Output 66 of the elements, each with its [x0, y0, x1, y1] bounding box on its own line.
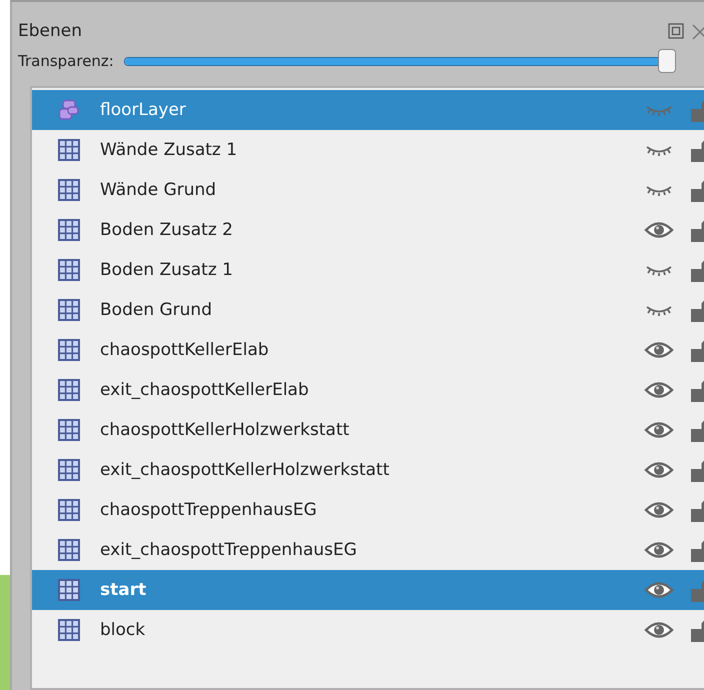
layer-name: exit_chaospottTreppenhausEG [100, 540, 358, 560]
tile-layer-icon [58, 459, 80, 481]
tile-layer-icon [58, 139, 80, 161]
eye-icon[interactable] [644, 580, 674, 600]
open-lock-icon[interactable] [690, 338, 704, 362]
layer-name: floorLayer [100, 100, 187, 120]
open-lock-icon[interactable] [690, 418, 704, 442]
layer-row[interactable]: exit_chaospottTreppenhausEG [32, 530, 704, 570]
panel-title: Ebenen [18, 21, 82, 41]
tile-layer-icon [58, 579, 80, 601]
tile-layer-icon [58, 499, 80, 521]
layer-name: chaospottKellerHolzwerkstatt [100, 420, 350, 440]
layer-row[interactable]: Wände Zusatz 1 [32, 130, 704, 170]
layer-row[interactable]: block [32, 610, 704, 650]
tile-layer-icon [58, 219, 80, 241]
layer-row[interactable]: chaospottKellerElab [32, 330, 704, 370]
eye-icon[interactable] [644, 500, 674, 520]
layer-name: chaospottTreppenhausEG [100, 500, 318, 520]
layer-name: exit_chaospottKellerElab [100, 380, 310, 400]
eye-icon[interactable] [644, 540, 674, 560]
opacity-label: Transparenz: [18, 52, 114, 70]
tile-layer-icon [58, 339, 80, 361]
layer-name: chaospottKellerElab [100, 340, 270, 360]
layer-row[interactable]: chaospottTreppenhausEG [32, 490, 704, 530]
open-lock-icon[interactable] [690, 218, 704, 242]
open-lock-icon[interactable] [690, 618, 704, 642]
eye-icon[interactable] [644, 620, 674, 640]
tile-layer-icon [58, 539, 80, 561]
open-lock-icon[interactable] [690, 258, 704, 282]
layer-name: Boden Zusatz 2 [100, 220, 234, 240]
tile-layer-icon [58, 179, 80, 201]
open-lock-icon[interactable] [690, 458, 704, 482]
layer-row[interactable]: exit_chaospottKellerElab [32, 370, 704, 410]
layer-name: exit_chaospottKellerHolzwerkstatt [100, 460, 390, 480]
open-lock-icon[interactable] [690, 138, 704, 162]
float-icon[interactable] [668, 23, 684, 39]
layer-name: start [100, 580, 148, 600]
layer-name: Wände Grund [100, 180, 218, 200]
open-lock-icon[interactable] [690, 498, 704, 522]
layer-name: block [100, 620, 146, 640]
tile-layer-icon [58, 619, 80, 641]
eye-icon[interactable] [644, 220, 674, 240]
tile-layer-icon [58, 299, 80, 321]
layer-row[interactable]: chaospottKellerHolzwerkstatt [32, 410, 704, 450]
layer-name: Boden Zusatz 1 [100, 260, 234, 280]
layer-row[interactable]: start [32, 570, 704, 610]
layer-row[interactable]: Boden Zusatz 2 [32, 210, 704, 250]
open-lock-icon[interactable] [690, 378, 704, 402]
layer-row[interactable]: Boden Grund [32, 290, 704, 330]
tile-layer-icon [58, 419, 80, 441]
layer-row[interactable]: Boden Zusatz 1 [32, 250, 704, 290]
layer-row[interactable]: exit_chaospottKellerHolzwerkstatt [32, 450, 704, 490]
layer-name: Boden Grund [100, 300, 213, 320]
eye-icon[interactable] [644, 460, 674, 480]
tile-layer-icon [58, 379, 80, 401]
opacity-slider[interactable] [124, 49, 676, 73]
tile-layer-icon [58, 259, 80, 281]
open-lock-icon[interactable] [690, 178, 704, 202]
layer-name: Wände Zusatz 1 [100, 140, 238, 160]
open-lock-icon[interactable] [690, 298, 704, 322]
layer-row[interactable]: Wände Grund [32, 170, 704, 210]
open-lock-icon[interactable] [690, 538, 704, 562]
group-layer-icon [58, 99, 80, 121]
eye-icon[interactable] [644, 380, 674, 400]
eye-icon[interactable] [644, 420, 674, 440]
eye-icon[interactable] [644, 340, 674, 360]
